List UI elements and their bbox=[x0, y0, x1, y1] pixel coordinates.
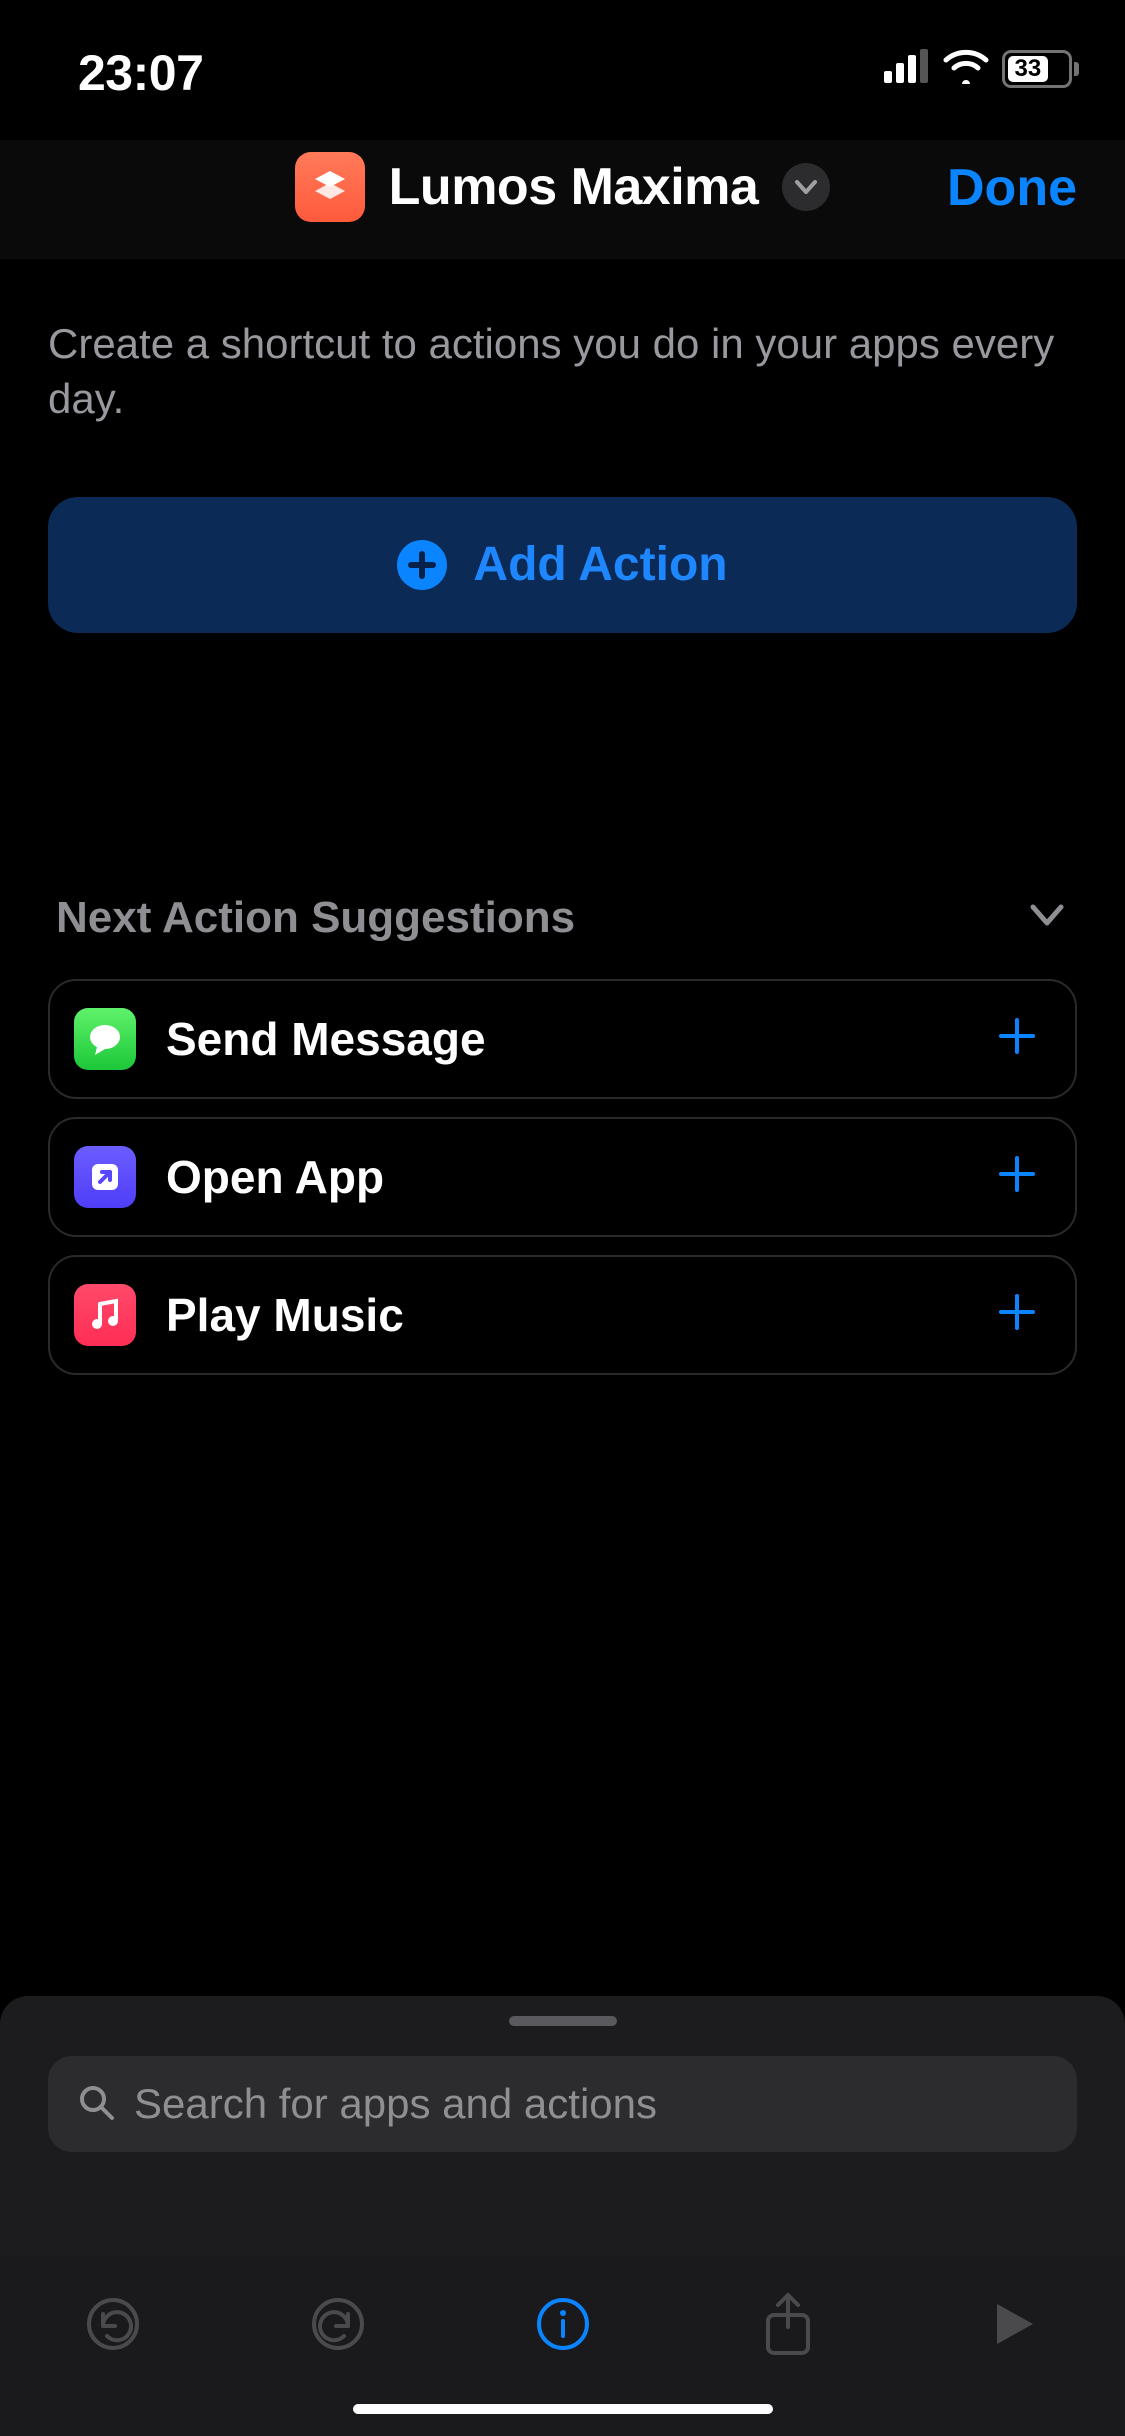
chevron-down-icon[interactable] bbox=[1025, 893, 1069, 942]
sheet-grabber[interactable] bbox=[509, 2016, 617, 2026]
search-input[interactable] bbox=[134, 2080, 1049, 2128]
add-suggestion-icon[interactable] bbox=[995, 1014, 1039, 1063]
add-suggestion-icon[interactable] bbox=[995, 1290, 1039, 1339]
battery-icon: 33 bbox=[1002, 49, 1079, 89]
suggestion-open-app[interactable]: Open App bbox=[48, 1117, 1077, 1237]
suggestion-send-message[interactable]: Send Message bbox=[48, 979, 1077, 1099]
plus-circle-icon bbox=[397, 540, 447, 590]
music-app-icon bbox=[74, 1284, 136, 1346]
shortcut-app-icon bbox=[295, 152, 365, 222]
suggestion-label: Send Message bbox=[166, 1012, 965, 1066]
add-suggestion-icon[interactable] bbox=[995, 1152, 1039, 1201]
share-button[interactable] bbox=[713, 2284, 863, 2364]
home-indicator[interactable] bbox=[353, 2404, 773, 2414]
search-icon bbox=[76, 2082, 116, 2127]
search-field[interactable] bbox=[48, 2056, 1077, 2152]
open-app-icon bbox=[74, 1146, 136, 1208]
bottom-sheet[interactable] bbox=[0, 1996, 1125, 2436]
cellular-icon bbox=[884, 49, 930, 88]
suggestions-section: Next Action Suggestions Send Message Ope… bbox=[48, 893, 1077, 1375]
content: Create a shortcut to actions you do in y… bbox=[0, 260, 1125, 1375]
add-action-button[interactable]: Add Action bbox=[48, 497, 1077, 633]
status-bar: 23:07 33 bbox=[0, 0, 1125, 140]
undo-button[interactable] bbox=[38, 2284, 188, 2364]
add-action-label: Add Action bbox=[473, 537, 727, 592]
redo-button[interactable] bbox=[263, 2284, 413, 2364]
title-chevron-down-icon[interactable] bbox=[782, 163, 830, 211]
info-button[interactable] bbox=[488, 2284, 638, 2364]
run-button[interactable] bbox=[938, 2284, 1088, 2364]
messages-app-icon bbox=[74, 1008, 136, 1070]
suggestion-label: Play Music bbox=[166, 1288, 965, 1342]
battery-percent: 33 bbox=[1014, 55, 1041, 83]
suggestions-title: Next Action Suggestions bbox=[56, 893, 575, 943]
status-time: 23:07 bbox=[78, 44, 203, 102]
suggestion-play-music[interactable]: Play Music bbox=[48, 1255, 1077, 1375]
status-right: 33 bbox=[884, 48, 1079, 89]
suggestions-header[interactable]: Next Action Suggestions bbox=[48, 893, 1077, 961]
page-title: Lumos Maxima bbox=[389, 157, 759, 217]
intro-text: Create a shortcut to actions you do in y… bbox=[48, 316, 1077, 427]
nav-bar: Lumos Maxima Done bbox=[0, 140, 1125, 260]
wifi-icon bbox=[942, 48, 990, 89]
suggestion-label: Open App bbox=[166, 1150, 965, 1204]
done-button[interactable]: Done bbox=[947, 158, 1077, 218]
